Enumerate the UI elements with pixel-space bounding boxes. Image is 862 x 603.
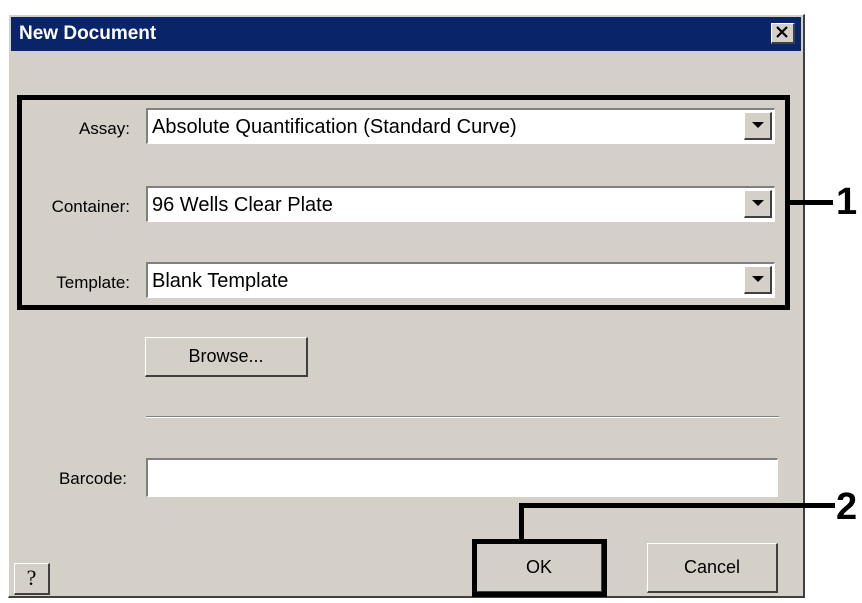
browse-button[interactable]: Browse... — [145, 337, 308, 377]
callout-number-2: 2 — [836, 486, 858, 528]
window-title: New Document — [19, 23, 157, 44]
callout-line-1 — [790, 200, 833, 205]
cancel-button[interactable]: Cancel — [647, 543, 778, 593]
callout-box-1 — [17, 95, 790, 310]
title-bar: New Document — [11, 17, 801, 51]
callout-number-1: 1 — [836, 181, 858, 223]
close-icon — [776, 26, 788, 38]
barcode-label: Barcode: — [58, 469, 127, 488]
close-button[interactable] — [771, 23, 795, 44]
callout-line-2-vertical — [519, 503, 524, 541]
help-icon: ? — [26, 565, 37, 590]
callout-box-2 — [472, 539, 607, 597]
barcode-input[interactable] — [146, 458, 778, 497]
callout-line-2-horizontal — [519, 503, 835, 508]
separator — [146, 416, 779, 418]
help-button[interactable]: ? — [14, 563, 50, 595]
